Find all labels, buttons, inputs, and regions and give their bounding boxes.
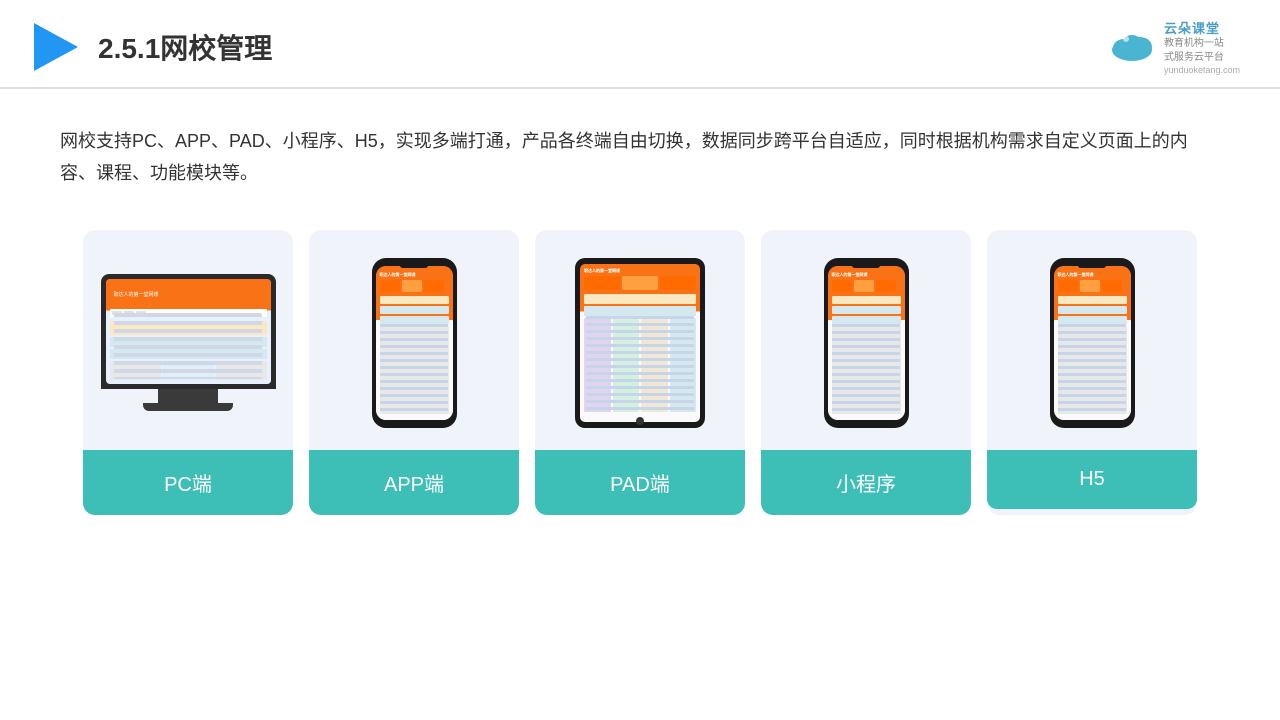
- description-content: 网校支持PC、APP、PAD、小程序、H5，实现多端打通，产品各终端自由切换，数…: [60, 131, 1188, 183]
- description-text: 网校支持PC、APP、PAD、小程序、H5，实现多端打通，产品各终端自由切换，数…: [0, 89, 1280, 210]
- play-icon: [30, 21, 82, 73]
- brand-slogan: 教育机构一站式服务云平台: [1164, 37, 1240, 65]
- platform-cards: 职达人的第一堂网课: [0, 210, 1280, 515]
- phone-mockup-app: 职达人的第一堂网课: [372, 258, 457, 428]
- card-pc-label: PC端: [83, 450, 293, 515]
- phone-mockup-miniprogram: 职达人的第一堂网课: [824, 258, 909, 428]
- page-title: 2.5.1网校管理: [98, 27, 272, 67]
- brand-url: yunduoketang.com: [1164, 65, 1240, 75]
- brand-info: 云朵课堂 教育机构一站式服务云平台 yunduoketang.com: [1164, 18, 1240, 75]
- card-pc[interactable]: 职达人的第一堂网课: [83, 230, 293, 515]
- card-h5-label: H5: [987, 450, 1197, 509]
- header: 2.5.1网校管理 云朵课堂 教育机构一站式服务云平台 yunduoketang…: [0, 0, 1280, 89]
- card-pc-image: 职达人的第一堂网课: [83, 230, 293, 450]
- cloud-icon: [1106, 28, 1158, 66]
- card-miniprogram-image: 职达人的第一堂网课: [761, 230, 971, 450]
- brand-logo: 云朵课堂 教育机构一站式服务云平台 yunduoketang.com: [1106, 18, 1240, 75]
- card-app-label: APP端: [309, 450, 519, 515]
- header-left: 2.5.1网校管理: [30, 21, 272, 73]
- phone-mockup-h5: 职达人的第一堂网课: [1050, 258, 1135, 428]
- card-app-image: 职达人的第一堂网课: [309, 230, 519, 450]
- card-miniprogram[interactable]: 职达人的第一堂网课: [761, 230, 971, 515]
- card-pad-image: 职达人的第一堂网课: [535, 230, 745, 450]
- tablet-mockup: 职达人的第一堂网课: [575, 258, 705, 428]
- brand-name: 云朵课堂: [1164, 18, 1240, 37]
- card-pad-label: PAD端: [535, 450, 745, 515]
- card-h5-image: 职达人的第一堂网课: [987, 230, 1197, 450]
- card-app[interactable]: 职达人的第一堂网课: [309, 230, 519, 515]
- pc-mockup: 职达人的第一堂网课: [101, 274, 276, 411]
- card-miniprogram-label: 小程序: [761, 450, 971, 515]
- card-pad[interactable]: 职达人的第一堂网课: [535, 230, 745, 515]
- card-h5[interactable]: 职达人的第一堂网课: [987, 230, 1197, 515]
